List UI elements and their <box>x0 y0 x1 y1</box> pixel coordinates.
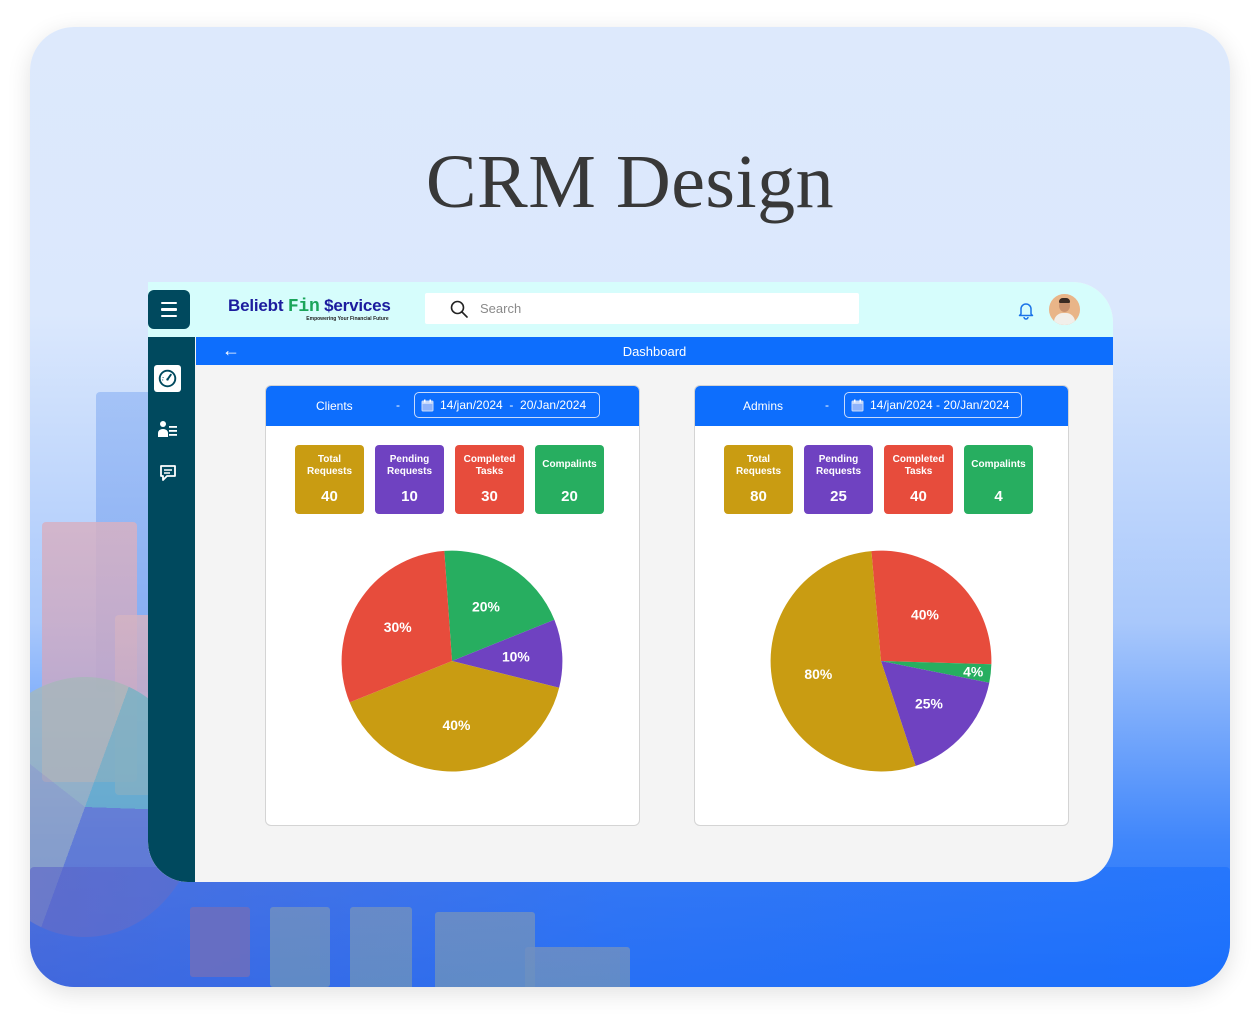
decorative-cube <box>435 912 535 987</box>
stat-card[interactable]: Completed Tasks 30 <box>455 445 524 514</box>
stat-label-line1: Pending <box>389 454 430 465</box>
stat-value: 30 <box>481 488 498 505</box>
brand-name-part1: Beliebt <box>228 296 284 315</box>
stat-label-line1: Compalints <box>971 459 1026 470</box>
dashboard-title: Dashboard <box>622 344 687 359</box>
stat-label-line1: Pending <box>818 454 859 465</box>
stat-label-line2: Tasks <box>475 466 504 477</box>
decorative-cube <box>350 907 412 987</box>
pie-data-label: 25% <box>915 695 943 711</box>
bell-icon[interactable] <box>1016 300 1036 320</box>
sidebar-item-messages[interactable] <box>154 459 181 486</box>
stat-label-line1: Compalints <box>542 459 597 470</box>
stat-value: 80 <box>750 488 767 505</box>
stat-label: Total Requests <box>295 454 364 478</box>
pie-data-label: 40% <box>443 717 471 733</box>
speedometer-icon <box>158 369 177 388</box>
calendar-icon <box>851 399 864 411</box>
stat-label-line1: Completed <box>892 454 945 465</box>
stat-value: 40 <box>910 488 927 505</box>
stat-value: 40 <box>321 488 338 505</box>
stat-card[interactable]: Compalints 4 <box>964 445 1033 514</box>
user-list-icon <box>157 420 177 437</box>
date-range-text: 14/jan/2024 - 20/Jan/2024 <box>440 398 587 412</box>
decorative-cube <box>270 907 330 987</box>
clients-pie-chart: 20% 10% 40% 30% <box>341 550 563 772</box>
brand-logo[interactable]: Beliebt Fin $ervices Empowering Your Fin… <box>228 296 391 322</box>
stat-label-line1: Completed <box>463 454 516 465</box>
stat-label-line2: Requests <box>386 466 432 477</box>
pie-data-label: 10% <box>502 649 530 665</box>
stat-label: Pending Requests <box>375 454 444 478</box>
stat-card[interactable]: Compalints 20 <box>535 445 604 514</box>
brand-name-part3: $ervices <box>324 296 391 315</box>
stat-label-line2: Requests <box>735 466 781 477</box>
stat-card[interactable]: Pending Requests 10 <box>375 445 444 514</box>
separator: - <box>396 398 400 412</box>
search-input[interactable] <box>478 300 842 317</box>
brand-name-part2: Fin <box>287 297 320 317</box>
stat-label: Total Requests <box>724 454 793 478</box>
admins-pie-chart: 40% 4% 25% 80% <box>770 550 992 772</box>
stat-value: 25 <box>830 488 847 505</box>
stat-card[interactable]: Total Requests 80 <box>724 445 793 514</box>
pie-data-label: 4% <box>963 663 983 679</box>
decorative-cube <box>525 947 630 987</box>
stat-cards: Total Requests 40 Pending Requests 10 Complete… <box>295 445 604 514</box>
stat-label: Pending Requests <box>804 454 873 478</box>
panel-header: Admins - 14/jan/2024 - 20/Jan/2024 <box>695 386 1068 426</box>
stat-label: Completed Tasks <box>884 454 953 478</box>
sub-header: ← Dashboard <box>196 337 1113 365</box>
chat-icon <box>159 464 176 481</box>
hamburger-icon <box>161 300 177 320</box>
calendar-icon <box>421 399 434 411</box>
stat-label: Completed Tasks <box>455 454 524 478</box>
panel-header: Clients - 14/jan/2024 - 20/Jan/2024 <box>266 386 639 426</box>
admins-panel: Admins - 14/jan/2024 - 20/Jan/2024 Total… <box>694 385 1069 826</box>
sidebar-item-users[interactable] <box>154 415 181 442</box>
stat-value: 10 <box>401 488 418 505</box>
stat-label: Compalints <box>964 459 1033 471</box>
stat-value: 20 <box>561 488 578 505</box>
stat-label-line2: Requests <box>815 466 861 477</box>
stat-cards: Total Requests 80 Pending Requests 25 Complete… <box>724 445 1033 514</box>
panel-title: Admins <box>743 399 784 413</box>
stat-label-line1: Total <box>746 454 771 465</box>
sidebar <box>148 337 195 882</box>
stat-value: 4 <box>994 488 1003 505</box>
separator: - <box>825 398 829 412</box>
crm-app-window: Beliebt Fin $ervices Empowering Your Fin… <box>148 282 1113 882</box>
user-avatar[interactable] <box>1049 294 1080 325</box>
page-title: CRM Design <box>425 140 835 224</box>
date-range-text: 14/jan/2024 - 20/Jan/2024 <box>870 398 1010 412</box>
stat-label-line2: Requests <box>306 466 352 477</box>
decorative-cube <box>190 907 250 977</box>
stat-label-line2: Tasks <box>904 466 933 477</box>
search-icon <box>450 300 468 318</box>
top-bar: Beliebt Fin $ervices Empowering Your Fin… <box>148 282 1113 337</box>
menu-button[interactable] <box>148 290 190 329</box>
stat-label: Compalints <box>535 459 604 471</box>
pie-data-label: 80% <box>804 666 832 682</box>
stat-card[interactable]: Total Requests 40 <box>295 445 364 514</box>
date-range-picker[interactable]: 14/jan/2024 - 20/Jan/2024 <box>844 392 1022 418</box>
pie-data-label: 30% <box>384 619 412 635</box>
sidebar-item-dashboard[interactable] <box>154 365 181 392</box>
panel-title: Clients <box>316 399 353 413</box>
stat-card[interactable]: Completed Tasks 40 <box>884 445 953 514</box>
date-range-picker[interactable]: 14/jan/2024 - 20/Jan/2024 <box>414 392 600 418</box>
clients-panel: Clients - 14/jan/2024 - 20/Jan/2024 Tota… <box>265 385 640 826</box>
pie-data-label: 40% <box>911 606 939 622</box>
search-bar[interactable] <box>425 293 859 324</box>
stat-label-line1: Total <box>317 454 342 465</box>
pie-data-label: 20% <box>472 599 500 615</box>
stat-card[interactable]: Pending Requests 25 <box>804 445 873 514</box>
